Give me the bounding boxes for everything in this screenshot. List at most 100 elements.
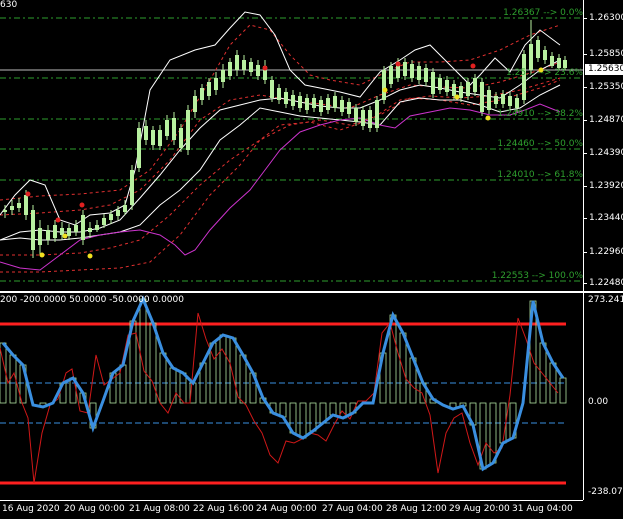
candle-body (109, 214, 113, 220)
candle-body (452, 84, 456, 96)
cci-histogram-bar (159, 352, 167, 404)
candle-body (95, 225, 99, 230)
cci-histogram-bar (239, 354, 247, 404)
candle-body (389, 66, 393, 84)
cci-histogram-bar (329, 402, 337, 416)
fib-level-label: 1.25... --> 23.6% (506, 68, 583, 78)
candle-body (431, 72, 435, 94)
candle-body (172, 118, 176, 140)
candle-body (543, 50, 547, 60)
candle-body (326, 98, 330, 110)
cci-histogram-bar (169, 367, 177, 404)
candle-body (298, 96, 302, 108)
candle-body (53, 225, 57, 238)
signal-dot-red (79, 202, 85, 208)
candle-body (291, 95, 295, 106)
candle-body (193, 96, 197, 112)
indicator-axis-label: 273.2418 (588, 295, 623, 305)
time-axis-label: 21 Aug 08:00 (129, 504, 190, 514)
price-axis-label: 1.22960 (589, 247, 623, 257)
candle-body (186, 110, 190, 150)
candle-body (235, 55, 239, 70)
candle-body (480, 82, 484, 112)
candle-body (515, 98, 519, 108)
candle-body (249, 62, 253, 72)
chart-header: 630 (0, 0, 18, 10)
candle-body (242, 60, 246, 70)
price-axis-label: 1.25850 (589, 49, 623, 59)
signal-dot-red (262, 65, 268, 71)
cci-histogram-bar (299, 402, 307, 439)
candle-body (459, 86, 463, 98)
candle-body (319, 100, 323, 112)
cci-histogram-bar (139, 298, 147, 404)
price-axis-label: 1.25350 (589, 82, 623, 92)
signal-dot-red (25, 191, 31, 197)
candle-body (24, 195, 28, 215)
candle-body (144, 126, 148, 140)
indicator-header: 200 -200.0000 50.0000 -50.0000 0.0000 (0, 295, 184, 305)
axis-border (583, 0, 584, 500)
candle-body (466, 82, 470, 96)
candle-body (410, 64, 414, 78)
time-axis-border (0, 500, 583, 501)
time-axis-label: 22 Aug 16:00 (193, 504, 254, 514)
cci-histogram-bar (539, 342, 547, 404)
price-axis-label: 1.23440 (589, 213, 623, 223)
cci-histogram-bar (309, 402, 317, 432)
candle-body (74, 225, 78, 232)
candle-body (116, 210, 120, 216)
fib-level-label: 1.24910 --> 38.2% (497, 109, 583, 119)
candle-body (277, 88, 281, 100)
candle-body (102, 218, 106, 225)
envelope-lower (0, 77, 561, 273)
time-axis-label: 28 Aug 12:00 (386, 504, 447, 514)
candle-body (179, 128, 183, 148)
time-axis-label: 16 Aug 2020 (2, 504, 60, 514)
candle-body (487, 90, 491, 110)
current-price-label: 1.25630 (585, 64, 623, 75)
candle-body (347, 102, 351, 114)
candle-body (382, 70, 386, 100)
price-chart[interactable] (0, 0, 583, 291)
candle-body (221, 70, 225, 82)
candle-body (536, 40, 540, 58)
candle-body (438, 78, 442, 90)
candle-body (67, 228, 71, 236)
price-axis-label: 1.24870 (589, 115, 623, 125)
candle-body (557, 58, 561, 68)
candle-body (3, 210, 7, 212)
candle-body (31, 210, 35, 250)
candle-body (529, 44, 533, 70)
signal-dot-yellow (382, 87, 388, 93)
candle-body (256, 65, 260, 76)
candle-body (81, 215, 85, 240)
candle-body (550, 56, 554, 66)
candle-body (165, 120, 169, 136)
price-axis-label: 1.26300 (589, 13, 623, 23)
cci-histogram-bar (219, 334, 227, 404)
candle-body (284, 92, 288, 104)
fib-level-label: 1.24010 --> 61.8% (497, 170, 583, 180)
trading-chart-window: 630 1.26300 1.25850 1.25350 1.24870 1.24390 1… (0, 0, 623, 519)
cci-histogram-bar (559, 377, 567, 404)
signal-dot-yellow (454, 94, 460, 100)
candle-body (228, 62, 232, 76)
candle-body (200, 88, 204, 100)
candle-body (123, 205, 127, 212)
signal-dot-red (470, 63, 476, 69)
indicator-axis-label: 0.00 (588, 397, 609, 407)
candle-body (17, 203, 21, 208)
signal-dot-red (395, 61, 401, 67)
candle-body (60, 228, 64, 235)
candle-body (38, 228, 42, 245)
candle-body (214, 78, 218, 90)
candle-body (340, 100, 344, 112)
signal-dot-red (55, 217, 61, 223)
cci-histogram-bar (149, 322, 157, 404)
signal-dot-yellow (87, 253, 93, 259)
indicator-chart[interactable] (0, 293, 583, 500)
candle-body (361, 110, 365, 126)
signal-dot-yellow (62, 233, 68, 239)
fib-level-label: 1.22553 --> 100.0% (491, 271, 583, 281)
